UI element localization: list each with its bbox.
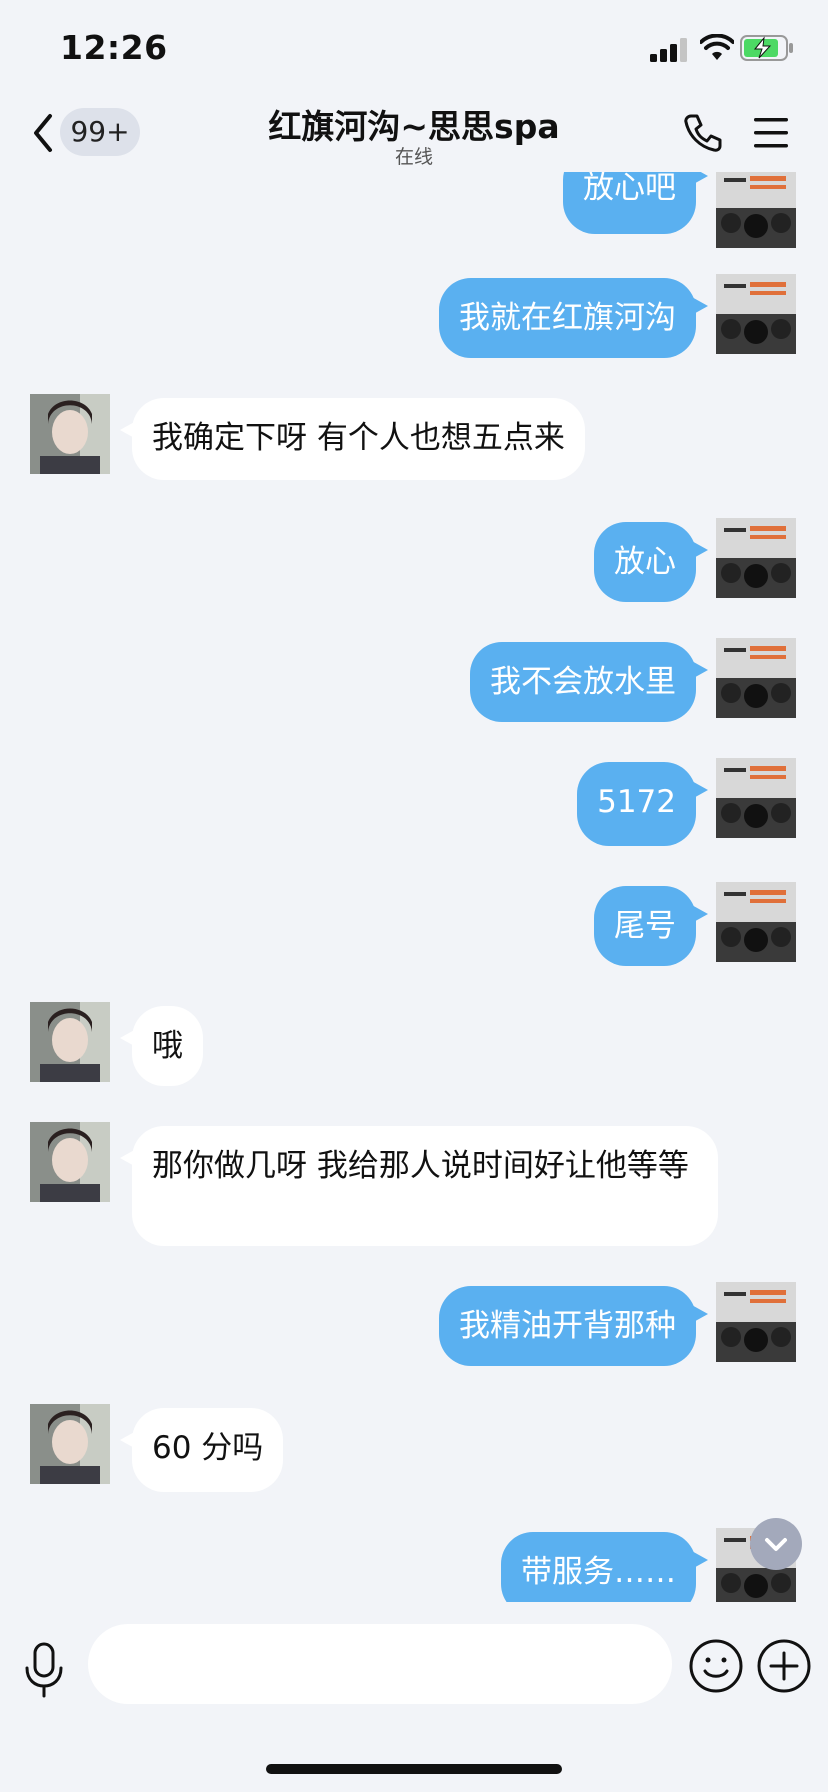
message-text: 放心吧 xyxy=(583,172,676,206)
message-text: 5172 xyxy=(597,784,676,820)
wifi-icon xyxy=(700,34,734,60)
contact-avatar[interactable] xyxy=(30,394,110,474)
message-text: 那你做几呀 我给那人说时间好让他等等 xyxy=(152,1148,689,1184)
my-avatar[interactable] xyxy=(716,882,796,962)
message-text: 我不会放水里 xyxy=(490,664,676,700)
message-text: 哦 xyxy=(152,1028,183,1064)
message-bubble[interactable]: 我就在红旗河沟 xyxy=(439,278,708,358)
chat-header: 99+ 红旗河沟~思思spa 在线 xyxy=(0,100,828,172)
message-text: 60 分吗 xyxy=(152,1430,264,1466)
message-bubble[interactable]: 带服务…… xyxy=(501,1532,708,1602)
message-bubble[interactable]: 那你做几呀 我给那人说时间好让他等等 xyxy=(120,1126,718,1246)
battery-charging-icon xyxy=(740,35,793,61)
message-bubble[interactable]: 尾号 xyxy=(594,886,708,966)
my-avatar[interactable] xyxy=(716,172,796,248)
contact-avatar[interactable] xyxy=(30,1122,110,1202)
message-text: 放心 xyxy=(614,544,676,580)
scroll-to-bottom-button[interactable] xyxy=(750,1518,802,1570)
contact-avatar[interactable] xyxy=(30,1404,110,1484)
status-bar: 12:26 xyxy=(0,0,828,100)
message-bubble[interactable]: 我确定下呀 有个人也想五点来 xyxy=(120,398,585,480)
message-text: 带服务…… xyxy=(521,1554,676,1590)
message-bubble[interactable]: 放心吧 xyxy=(563,172,708,234)
my-avatar[interactable] xyxy=(716,518,796,598)
message-text: 我精油开背那种 xyxy=(459,1308,676,1344)
message-bubble[interactable]: 我不会放水里 xyxy=(470,642,708,722)
my-avatar[interactable] xyxy=(716,1282,796,1362)
my-avatar[interactable] xyxy=(716,274,796,354)
message-bubble[interactable]: 5172 xyxy=(577,762,708,846)
cellular-signal-icon xyxy=(650,38,687,62)
message-composer xyxy=(0,1602,828,1792)
message-bubble[interactable]: 我精油开背那种 xyxy=(439,1286,708,1366)
message-text: 我确定下呀 有个人也想五点来 xyxy=(152,420,565,456)
message-text: 尾号 xyxy=(614,908,676,944)
home-indicator xyxy=(266,1764,562,1774)
microphone-icon[interactable] xyxy=(22,1640,66,1700)
message-list[interactable]: 放心吧 我就在红旗河沟 我确定下呀 有个人也想五点来 放心 我不会放水里 517… xyxy=(0,172,828,1602)
plus-icon[interactable] xyxy=(756,1638,812,1694)
my-avatar[interactable] xyxy=(716,638,796,718)
chevron-down-icon xyxy=(765,1538,787,1551)
menu-icon[interactable] xyxy=(752,114,790,152)
message-text: 我就在红旗河沟 xyxy=(459,300,676,336)
message-bubble[interactable]: 60 分吗 xyxy=(119,1408,284,1492)
my-avatar[interactable] xyxy=(716,758,796,838)
phone-icon[interactable] xyxy=(682,112,724,154)
message-bubble[interactable]: 哦 xyxy=(120,1006,203,1086)
message-bubble[interactable]: 放心 xyxy=(594,522,708,602)
emoji-icon[interactable] xyxy=(688,1638,744,1694)
contact-avatar[interactable] xyxy=(30,1002,110,1082)
message-input[interactable] xyxy=(88,1624,672,1704)
status-time: 12:26 xyxy=(60,28,168,67)
